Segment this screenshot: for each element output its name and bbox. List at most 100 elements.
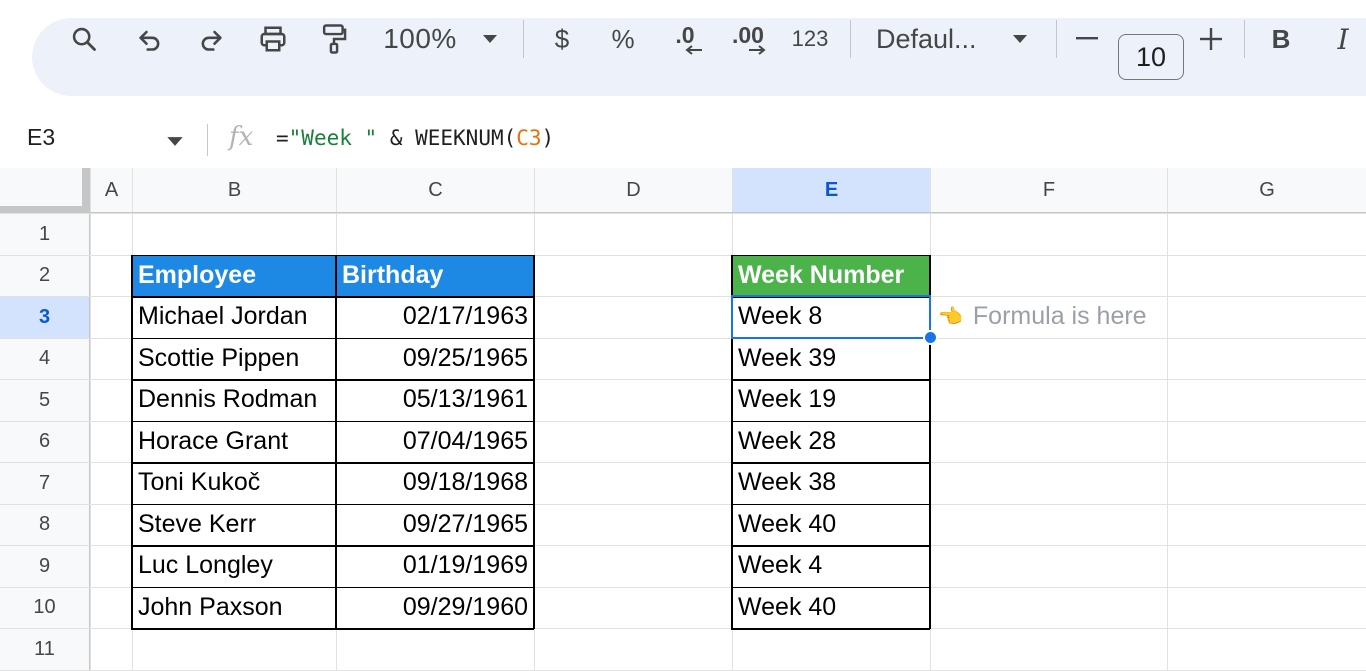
employee-name-cell[interactable]: Steve Kerr (132, 504, 336, 546)
week-number-header-cell[interactable]: Week Number (732, 254, 930, 296)
fill-handle[interactable] (923, 329, 938, 345)
column-header-f[interactable]: F (931, 168, 1167, 212)
employee-name-cell[interactable]: Scottie Pippen (132, 338, 336, 380)
table-border (131, 628, 534, 630)
week-number-cell[interactable]: Week 40 (732, 587, 930, 629)
pointing-hand-icon: 👈 (938, 306, 963, 329)
paint-format-icon[interactable] (316, 0, 352, 78)
name-box-dropdown-icon[interactable] (166, 134, 184, 152)
column-header-g[interactable]: G (1168, 168, 1366, 212)
grid-column-line (90, 168, 91, 671)
decrease-font-size-icon[interactable] (1072, 0, 1102, 78)
row-header-9[interactable]: 9 (0, 546, 89, 587)
grid-column-line (1167, 168, 1168, 671)
toolbar-divider (850, 20, 851, 58)
birthday-cell[interactable]: 02/17/1963 (336, 296, 534, 338)
birthday-cell[interactable]: 09/25/1965 (336, 338, 534, 380)
column-header-a[interactable]: A (91, 168, 132, 212)
undo-icon[interactable] (130, 0, 170, 78)
employee-name-cell[interactable]: Michael Jordan (132, 296, 336, 338)
row-header-4[interactable]: 4 (0, 338, 89, 379)
bold-button[interactable]: B (1264, 0, 1298, 78)
search-menus-icon[interactable] (64, 0, 104, 78)
arrow-right-icon (748, 44, 766, 55)
row-header-8[interactable]: 8 (0, 504, 89, 545)
arrow-left-icon (685, 44, 703, 55)
birthday-cell[interactable]: 05/13/1961 (336, 379, 534, 421)
format-percent-button[interactable]: % (607, 0, 639, 78)
increase-decimal-button[interactable]: .00 (728, 0, 768, 78)
employee-header-cell[interactable]: Employee (132, 254, 336, 296)
formula-middle: & WEEKNUM( (377, 126, 517, 150)
employee-name-cell[interactable]: Toni Kukoč (132, 462, 336, 504)
employee-name-cell[interactable]: Luc Longley (132, 545, 336, 587)
font-dropdown-icon[interactable] (1006, 0, 1034, 78)
table-border (731, 545, 930, 547)
number-format-label: 123 (791, 26, 829, 51)
table-border (731, 462, 930, 464)
week-number-cell[interactable]: Week 28 (732, 421, 930, 463)
increase-font-size-icon[interactable] (1196, 0, 1226, 78)
row-header-6[interactable]: 6 (0, 421, 89, 462)
row-header-1[interactable]: 1 (0, 214, 89, 255)
table-border (131, 254, 534, 256)
italic-button[interactable]: I (1326, 0, 1360, 78)
employee-name-cell[interactable]: Horace Grant (132, 421, 336, 463)
select-all-corner[interactable] (0, 168, 90, 213)
week-number-cell[interactable]: Week 38 (732, 462, 930, 504)
table-border (731, 586, 930, 588)
column-header-d[interactable]: D (535, 168, 732, 212)
table-border (131, 586, 534, 588)
fx-icon: fx (229, 122, 254, 152)
format-currency-button[interactable]: $ (548, 0, 576, 78)
decrease-decimal-button[interactable]: .0 (665, 0, 705, 78)
formula-note-text: Formula is here (972, 302, 1147, 331)
birthday-cell[interactable]: 01/19/1969 (336, 545, 534, 587)
row-header-11[interactable]: 11 (0, 629, 89, 670)
italic-label: I (1337, 22, 1349, 56)
birthday-cell[interactable]: 09/27/1965 (336, 504, 534, 546)
column-header-c[interactable]: C (337, 168, 534, 212)
employee-name-cell[interactable]: John Paxson (132, 587, 336, 629)
birthday-cell[interactable]: 09/29/1960 (336, 587, 534, 629)
row-header-2[interactable]: 2 (0, 255, 89, 296)
week-number-cell[interactable]: Week 4 (732, 545, 930, 587)
row-header-10[interactable]: 10 (0, 587, 89, 628)
formula-string: "Week " (288, 126, 378, 150)
column-header-e[interactable]: E (733, 168, 930, 212)
table-border (533, 254, 535, 629)
row-header-3[interactable]: 3 (0, 297, 89, 338)
birthday-cell[interactable]: 09/18/1968 (336, 462, 534, 504)
font-size-input[interactable]: 10 (1118, 34, 1184, 80)
spreadsheet-grid[interactable]: A B C D E F G 1 2 3 4 5 6 7 8 9 10 11 Employee Birthday Week… (0, 168, 1366, 671)
redo-icon[interactable] (191, 0, 231, 78)
formula-suffix: ) (541, 126, 555, 150)
zoom-select[interactable]: 100% (380, 0, 460, 78)
bold-label: B (1271, 23, 1291, 54)
more-formats-button[interactable]: 123 (788, 0, 832, 78)
font-select[interactable]: Defaul... (876, 0, 988, 78)
week-number-cell[interactable]: Week 39 (732, 338, 930, 380)
font-value: Defaul... (876, 23, 977, 54)
table-border (731, 503, 930, 505)
currency-label: $ (554, 23, 570, 54)
row-header-5[interactable]: 5 (0, 380, 89, 421)
zoom-value: 100% (383, 23, 457, 54)
week-number-cell[interactable]: Week 40 (732, 504, 930, 546)
birthday-header-cell[interactable]: Birthday (336, 254, 534, 296)
decrease-decimal-label: .0 (675, 21, 695, 48)
column-header-b[interactable]: B (133, 168, 336, 212)
row-header-7[interactable]: 7 (0, 463, 89, 504)
table-border (731, 628, 930, 630)
week-number-cell[interactable]: Week 19 (732, 379, 930, 421)
zoom-dropdown-icon[interactable] (476, 0, 504, 78)
print-icon[interactable] (252, 0, 294, 78)
formula-input[interactable]: ="Week " & WEEKNUM(C3) (276, 126, 554, 150)
table-border (131, 503, 534, 505)
formula-note: 👈 Formula is here (938, 296, 1147, 338)
birthday-cell[interactable]: 07/04/1965 (336, 421, 534, 463)
formula-prefix: = (276, 126, 289, 150)
grid-row-line (0, 213, 1366, 214)
name-box[interactable]: E3 (27, 124, 55, 151)
employee-name-cell[interactable]: Dennis Rodman (132, 379, 336, 421)
